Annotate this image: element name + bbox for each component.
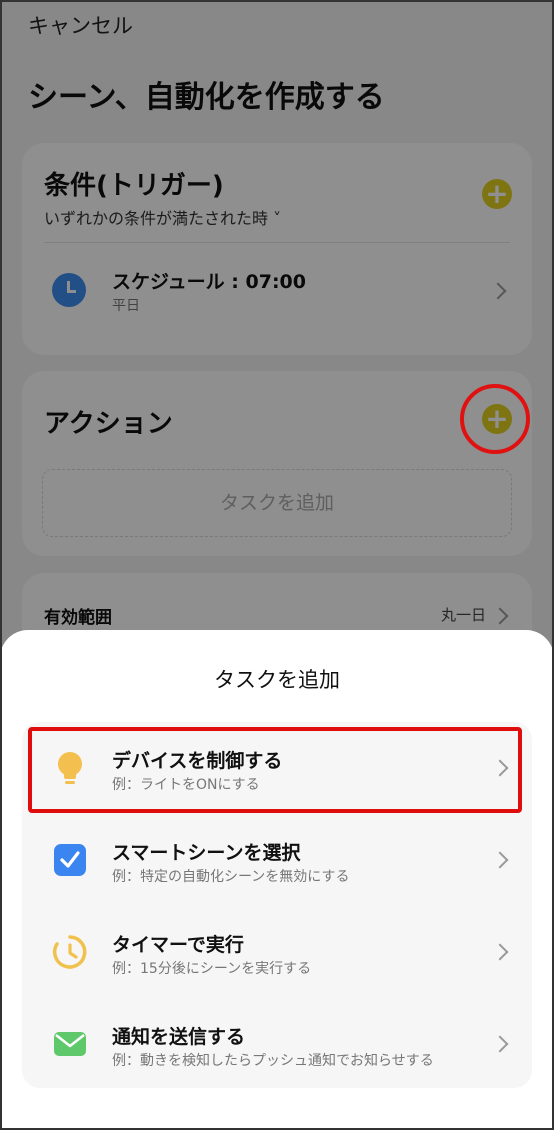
highlight-box	[28, 727, 522, 813]
list-item-timer[interactable]: タイマーで実行 例：15分後にシーンを実行する	[22, 906, 532, 998]
item-title: タイマーで実行	[112, 934, 244, 956]
sheet-title: タスクを追加	[214, 668, 340, 692]
item-subtitle: 例：特定の自動化シーンを無効にする	[112, 869, 350, 885]
item-subtitle: 例：動きを検知したらプッシュ通知でお知らせする	[112, 1053, 434, 1069]
checkbox-icon	[54, 844, 86, 876]
item-title: スマートシーンを選択	[112, 842, 301, 864]
timer-icon	[52, 935, 87, 969]
highlight-circle	[460, 384, 530, 454]
chevron-right-icon	[491, 943, 509, 961]
chevron-right-icon	[491, 851, 509, 869]
list-item-notification[interactable]: 通知を送信する 例：動きを検知したらプッシュ通知でお知らせする	[22, 998, 532, 1088]
mail-icon	[54, 1032, 86, 1056]
item-subtitle: 例：15分後にシーンを実行する	[112, 961, 312, 977]
item-title: 通知を送信する	[112, 1026, 246, 1048]
bottom-sheet: タスクを追加 デバイスを制御する 例：ライトをONにする スマートシーンを選択 …	[0, 630, 554, 1130]
list-item-smart-scene[interactable]: スマートシーンを選択 例：特定の自動化シーンを無効にする	[22, 814, 532, 906]
chevron-right-icon	[491, 1035, 509, 1053]
